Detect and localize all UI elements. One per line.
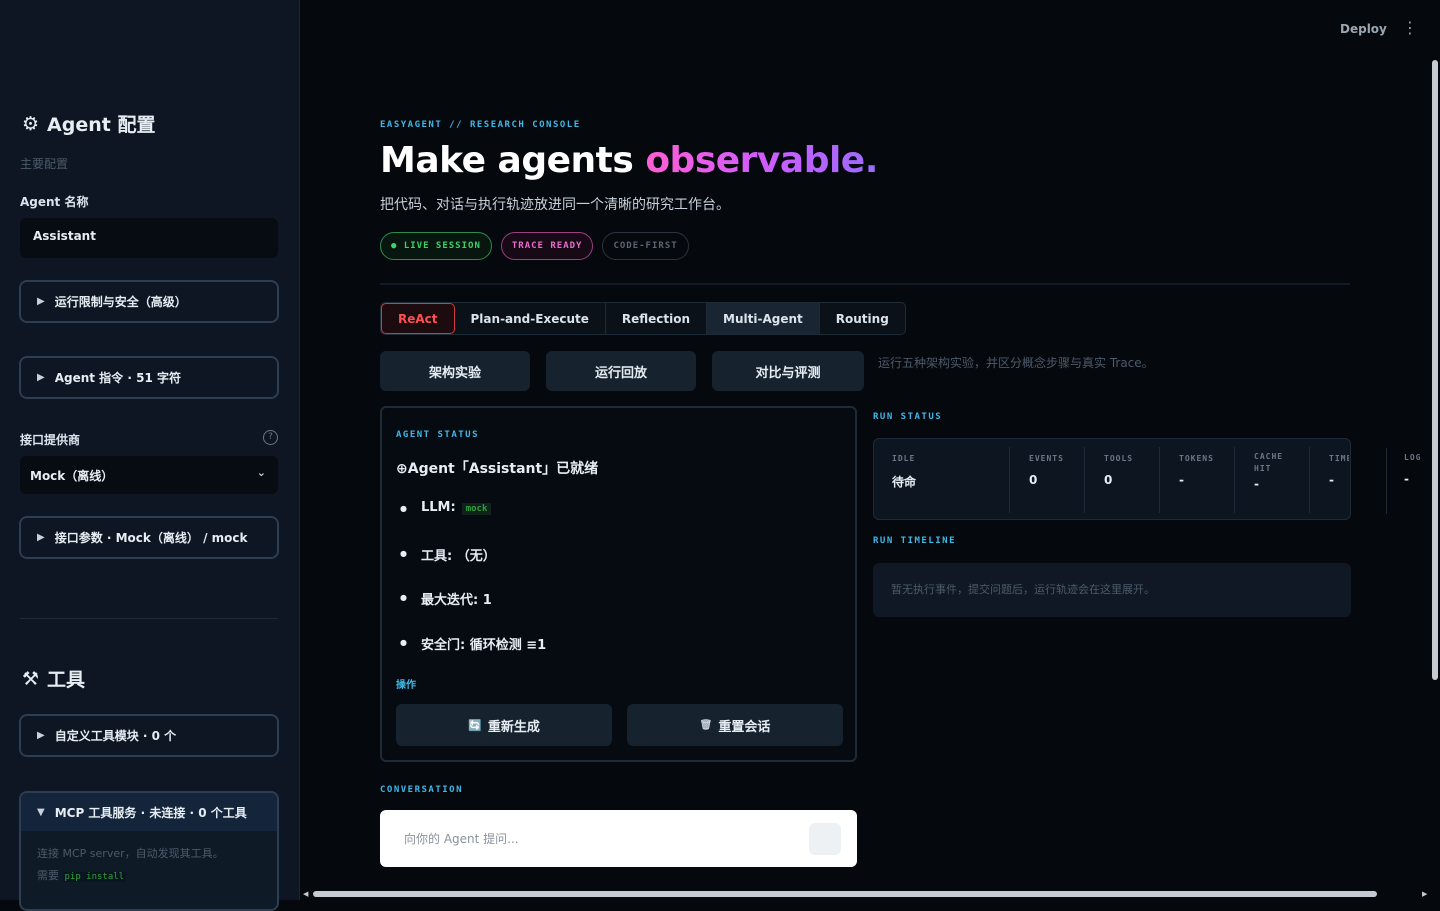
architecture-experiment-button[interactable]: 架构实验 (380, 351, 530, 391)
mcp-install-code: pip install (62, 872, 127, 882)
tab-multi-agent[interactable]: Multi-Agent (707, 303, 820, 334)
tools-title-text: 工具 (47, 669, 86, 691)
agent-status-eyebrow: AGENT STATUS (396, 430, 480, 440)
page-title-accent: observable. (645, 140, 878, 181)
chevron-down-icon: ▼ (37, 806, 45, 818)
tab-reflection[interactable]: Reflection (606, 303, 708, 334)
horizontal-scrollbar[interactable] (313, 891, 1377, 897)
scroll-left-icon[interactable]: ◀ (303, 890, 308, 898)
stat-log: LOG - (1404, 453, 1422, 486)
agent-name-input[interactable]: Assistant (20, 218, 278, 258)
tab-plan-and-execute[interactable]: Plan-and-Execute (455, 303, 606, 334)
expander-custom-tools[interactable]: ▶ 自定义工具模块 · 0 个 (19, 714, 279, 757)
list-item-safety: ● 安全门: 循环检测 ≡1 (400, 634, 546, 679)
expander-prompt[interactable]: ▶ Agent 指令 · 51 字符 (19, 356, 279, 399)
trash-icon: 🗑 (699, 719, 713, 731)
page-subtitle: 把代码、对话与执行轨迹放进同一个清晰的研究工作台。 (380, 197, 730, 213)
stat-time: TIME- (1329, 454, 1349, 487)
tools-icon: ⚒ (22, 667, 40, 690)
deploy-button[interactable]: Deploy (1340, 22, 1387, 36)
gear-icon: ⚙ (22, 112, 40, 135)
send-button[interactable] (809, 823, 841, 855)
reset-session-label: 重置会话 (718, 719, 771, 735)
chat-input[interactable]: 向你的 Agent 提问... (380, 810, 857, 867)
help-icon[interactable]: ? (263, 430, 278, 445)
tools-info: 工具: （无） (420, 548, 496, 564)
compare-evaluate-button[interactable]: 对比与评测 (712, 351, 864, 391)
stat-tokens: TOKENS - (1179, 454, 1214, 487)
mode-buttons: 架构实验 运行回放 对比与评测 (380, 351, 864, 391)
run-status-eyebrow: RUN STATUS (873, 412, 943, 422)
tab-routing[interactable]: Routing (820, 303, 905, 334)
agent-name-label: Agent 名称 (20, 195, 89, 209)
main-menu-icon[interactable]: ⋮ (1402, 18, 1418, 37)
mcp-expander-header[interactable]: ▼ MCP 工具服务 · 未连接 · 0 个工具 (21, 793, 277, 831)
status-pills: ● LIVE SESSION TRACE READY CODE-FIRST (380, 232, 689, 260)
chevron-right-icon: ▶ (37, 296, 45, 307)
console-eyebrow: EASYAGENT // RESEARCH CONSOLE (380, 120, 581, 130)
reset-session-button[interactable]: 🗑 重置会话 (627, 704, 843, 746)
mode-note: 运行五种架构实验，并区分概念步骤与真实 Trace。 (878, 356, 1154, 370)
agent-ready-text: ⊕Agent「Assistant」已就绪 (396, 461, 599, 477)
provider-select-value: Mock（离线） (30, 469, 114, 483)
provider-select[interactable]: Mock（离线） ⌄ (20, 456, 278, 494)
vertical-scrollbar[interactable] (1432, 60, 1438, 680)
mcp-desc-needs: 需要 (37, 869, 59, 882)
stat-events: EVENTS 0 (1029, 454, 1064, 487)
run-status-card: IDLE 待命 EVENTS 0 TOOLS 0 TOKENS - CACHE HIT -… (873, 438, 1351, 520)
sidebar-divider (20, 618, 278, 619)
refresh-icon: 🔄 (468, 718, 482, 732)
stat-idle: IDLE 待命 (892, 454, 917, 489)
agent-info-list: ● LLM: mock ● 工具: （无） ● 最大迭代: 1 ● 安全门: 循环检测 ≡… (400, 500, 546, 678)
run-timeline-empty: 暂无执行事件，提交问题后，运行轨迹会在这里展开。 (873, 563, 1351, 617)
expander-params-label: 接口参数 · Mock（离线） / mock (54, 531, 248, 545)
chevron-right-icon: ▶ (37, 372, 45, 383)
mcp-desc-line-1: 连接 MCP server，自动发现其工具。 (37, 847, 224, 860)
sidebar-title-text: Agent 配置 (47, 114, 156, 136)
scroll-right-icon[interactable]: ▶ (1422, 890, 1427, 898)
mcp-description: 连接 MCP server，自动发现其工具。 需要 pip install (21, 831, 277, 900)
operations-label: 操作 (396, 680, 416, 691)
sidebar-subtitle: 主要配置 (20, 157, 69, 171)
mcp-desc-line-2: 需要 pip install (37, 865, 261, 888)
conversation-eyebrow: CONVERSATION (380, 785, 464, 795)
page-title: Make agents observable. (380, 140, 878, 181)
llm-value: mock (461, 503, 492, 515)
chat-input-placeholder: 向你的 Agent 提问... (404, 832, 519, 846)
tools-title: ⚒ 工具 (22, 665, 85, 692)
header-divider (380, 283, 1350, 285)
llm-label: LLM: (420, 500, 456, 515)
expander-safety[interactable]: ▶ 运行限制与安全（高级） (19, 280, 279, 323)
list-item-max-iter: ● 最大迭代: 1 (400, 589, 546, 634)
mcp-title: MCP 工具服务 · 未连接 · 0 个工具 (54, 805, 247, 820)
provider-label: 接口提供商 (20, 433, 81, 447)
run-replay-button[interactable]: 运行回放 (546, 351, 696, 391)
max-iter-info: 最大迭代: 1 (420, 593, 492, 608)
sidebar-title: ⚙ Agent 配置 (22, 110, 155, 137)
code-first-badge: CODE-FIRST (602, 232, 689, 260)
live-session-badge: ● LIVE SESSION (380, 232, 492, 260)
stat-tools: TOOLS 0 (1104, 454, 1134, 487)
tab-react[interactable]: ReAct (381, 303, 455, 334)
mcp-expander: ▼ MCP 工具服务 · 未连接 · 0 个工具 连接 MCP server，自… (19, 791, 279, 911)
chevron-right-icon: ▶ (37, 532, 45, 543)
expander-params[interactable]: ▶ 接口参数 · Mock（离线） / mock (19, 516, 279, 559)
list-item-tools: ● 工具: （无） (400, 545, 546, 590)
stat-cache-hit: CACHE HIT - (1254, 452, 1284, 491)
sidebar: ⚙ Agent 配置 主要配置 Agent 名称 Assistant ▶ 运行限… (0, 0, 300, 911)
regenerate-label: 重新生成 (487, 719, 540, 735)
list-item-llm: ● LLM: mock (400, 500, 546, 545)
safety-info: 安全门: 循环检测 ≡1 (420, 637, 547, 653)
page-title-plain: Make agents (380, 140, 646, 181)
chevron-right-icon: ▶ (37, 730, 45, 741)
expander-safety-label: 运行限制与安全（高级） (54, 295, 187, 309)
regenerate-button[interactable]: 🔄 重新生成 (396, 704, 612, 746)
expander-custom-tools-label: 自定义工具模块 · 0 个 (54, 729, 177, 743)
run-timeline-eyebrow: RUN TIMELINE (873, 536, 957, 546)
trace-ready-badge: TRACE READY (500, 232, 594, 260)
chevron-down-icon: ⌄ (256, 466, 266, 479)
architecture-tabs: ReAct Plan-and-Execute Reflection Multi-… (380, 302, 906, 335)
agent-status-card: AGENT STATUS ⊕Agent「Assistant」已就绪 ● LLM: m… (380, 406, 857, 762)
expander-prompt-label: Agent 指令 · 51 字符 (54, 371, 181, 385)
